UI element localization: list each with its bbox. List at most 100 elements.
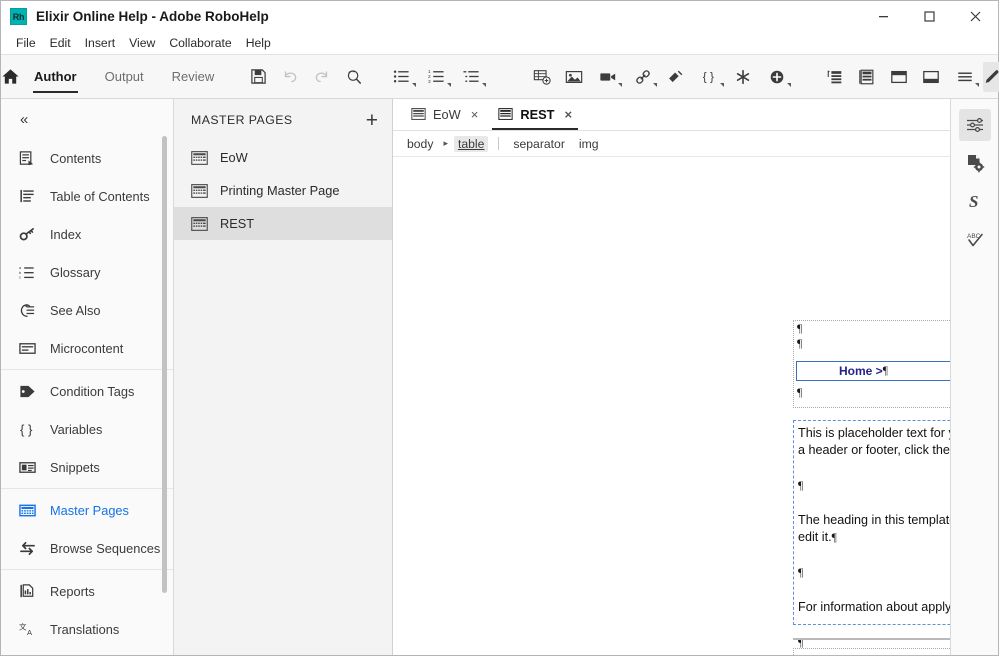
toolbar-group-layout	[819, 62, 982, 92]
sidebar-item-label: Variables	[50, 421, 103, 437]
sidebar-item-condition-tags[interactable]: Condition Tags	[1, 372, 173, 410]
undo-icon[interactable]	[275, 62, 305, 92]
pencil-icon[interactable]	[983, 61, 999, 92]
sidebar-item-glossary[interactable]: abc Glossary	[1, 253, 173, 291]
breadcrumb-item-img[interactable]: img	[575, 136, 603, 152]
header-table[interactable]: ¶ ¶ Home >¶ ¶ ELIXIR	[793, 320, 950, 408]
close-tab-icon[interactable]: ×	[471, 107, 479, 122]
section-icon[interactable]	[852, 62, 882, 92]
master-page-icon	[411, 108, 426, 120]
menu-file[interactable]: File	[9, 32, 43, 54]
svg-text:{ }: { }	[20, 422, 33, 437]
master-page-icon	[191, 183, 208, 198]
body-paragraph-1[interactable]: This is placeholder text for your templa…	[798, 425, 950, 460]
sliders-icon[interactable]	[958, 109, 991, 141]
image-icon[interactable]	[559, 62, 589, 92]
add-master-page-button[interactable]: +	[366, 110, 378, 131]
menu-bar: File Edit Insert View Collaborate Help	[1, 32, 998, 55]
minimize-icon[interactable]	[860, 1, 906, 32]
snippet-icon[interactable]	[661, 62, 691, 92]
body-placeholder-region[interactable]: This is placeholder text for your templa…	[793, 420, 950, 649]
footer-icon[interactable]	[916, 62, 946, 92]
bulleted-list-icon[interactable]	[385, 62, 418, 92]
document-tab-rest[interactable]: REST ×	[488, 98, 582, 130]
body-empty-paragraph-2[interactable]: ¶	[798, 564, 950, 582]
chevron-down-icon	[618, 82, 623, 87]
menu-view[interactable]: View	[122, 32, 162, 54]
tab-author[interactable]: Author	[20, 55, 91, 99]
sidebar-item-microcontent[interactable]: Microcontent	[1, 329, 173, 367]
sidebar-item-master-pages[interactable]: Master Pages	[1, 491, 173, 529]
chevron-down-icon	[975, 82, 980, 87]
sidebar-item-variables[interactable]: { } Variables	[1, 410, 173, 448]
close-tab-icon[interactable]: ×	[564, 107, 572, 122]
see-also-icon	[18, 301, 37, 320]
link-icon[interactable]	[626, 62, 659, 92]
svg-text:S: S	[969, 192, 978, 211]
menu-insert[interactable]: Insert	[78, 32, 122, 54]
div-icon[interactable]	[820, 62, 850, 92]
chevron-down-icon	[482, 82, 487, 87]
tab-output[interactable]: Output	[91, 55, 158, 99]
collapse-sidebar-button[interactable]: «	[1, 99, 173, 139]
close-icon[interactable]	[952, 1, 998, 32]
body-paragraph-3[interactable]: For information about applying templates…	[798, 599, 950, 617]
footer-left-cell[interactable]: For additional information or assistance…	[794, 649, 950, 655]
sidebar-item-see-also[interactable]: See Also	[1, 291, 173, 329]
pilcrow-mark: ¶	[831, 532, 837, 544]
numbered-list-icon[interactable]: 123	[420, 62, 453, 92]
sidebar-item-reports[interactable]: Reports	[1, 572, 173, 610]
body-empty-paragraph-1[interactable]: ¶	[798, 477, 950, 495]
sidebar-item-table-of-contents[interactable]: Table of Contents	[1, 177, 173, 215]
sidebar-item-browse-sequences[interactable]: Browse Sequences	[1, 529, 173, 567]
sidebar-list: Contents Table of Contents Index a b c G…	[1, 139, 173, 655]
document-canvas[interactable]: ¶ ¶ Home >¶ ¶ ELIXIR	[393, 157, 950, 655]
master-pages-header: MASTER PAGES +	[174, 99, 392, 141]
master-page-item-eow[interactable]: EoW	[174, 141, 392, 174]
document-tabs: EoW × REST ×	[393, 99, 950, 131]
horizontal-rule-icon[interactable]	[948, 62, 981, 92]
document-tab-eow[interactable]: EoW ×	[401, 98, 488, 130]
save-icon[interactable]	[243, 62, 273, 92]
breadcrumb-field-box[interactable]: Home > ¶	[796, 361, 950, 381]
insert-table-icon[interactable]	[527, 62, 557, 92]
multilevel-list-icon[interactable]	[455, 62, 488, 92]
sidebar-scrollbar[interactable]	[162, 136, 167, 593]
menu-collaborate[interactable]: Collaborate	[162, 32, 238, 54]
svg-text:{ }: { }	[703, 70, 714, 83]
chevron-right-icon: ▸	[443, 138, 448, 148]
sidebar-item-snippets[interactable]: Snippets	[1, 448, 173, 486]
plus-circle-icon[interactable]	[760, 62, 793, 92]
sidebar-item-label: Microcontent	[50, 340, 124, 356]
sidebar-item-label: Condition Tags	[50, 383, 135, 399]
file-gear-icon[interactable]	[959, 147, 991, 179]
chevron-down-icon	[412, 82, 417, 87]
asterisk-icon[interactable]	[728, 62, 758, 92]
sidebar-divider-3	[1, 569, 173, 570]
maximize-icon[interactable]	[906, 1, 952, 32]
master-page-item-printing-master-page[interactable]: Printing Master Page	[174, 174, 392, 207]
breadcrumb-item-separator[interactable]: separator	[509, 136, 569, 152]
footer-table[interactable]: For additional information or assistance…	[793, 648, 950, 655]
menu-help[interactable]: Help	[239, 32, 278, 54]
header-left-cell[interactable]: ¶ ¶ Home > ¶ ¶	[794, 321, 950, 407]
variable-braces-icon[interactable]: { }	[693, 62, 726, 92]
separator-rule[interactable]	[793, 638, 950, 640]
home-breadcrumb-link[interactable]: Home >	[839, 364, 883, 378]
master-page-item-rest[interactable]: REST	[174, 207, 392, 240]
sidebar-item-translations[interactable]: 文A Translations	[1, 610, 173, 648]
sidebar-item-contents[interactable]: Contents	[1, 139, 173, 177]
breadcrumb-item-body[interactable]: body	[403, 136, 437, 152]
menu-edit[interactable]: Edit	[43, 32, 78, 54]
home-icon[interactable]	[1, 55, 20, 99]
redo-icon[interactable]	[307, 62, 337, 92]
breadcrumb-item-table[interactable]: table	[453, 135, 489, 152]
video-icon[interactable]	[591, 62, 624, 92]
tab-review[interactable]: Review	[158, 55, 229, 99]
body-paragraph-2[interactable]: The heading in this template is a specia…	[798, 512, 950, 547]
find-replace-icon[interactable]	[339, 62, 369, 92]
sidebar-item-index[interactable]: Index	[1, 215, 173, 253]
styles-s-icon[interactable]: S	[959, 185, 991, 217]
spellcheck-icon[interactable]: ABC	[959, 223, 991, 255]
header-icon[interactable]	[884, 62, 914, 92]
